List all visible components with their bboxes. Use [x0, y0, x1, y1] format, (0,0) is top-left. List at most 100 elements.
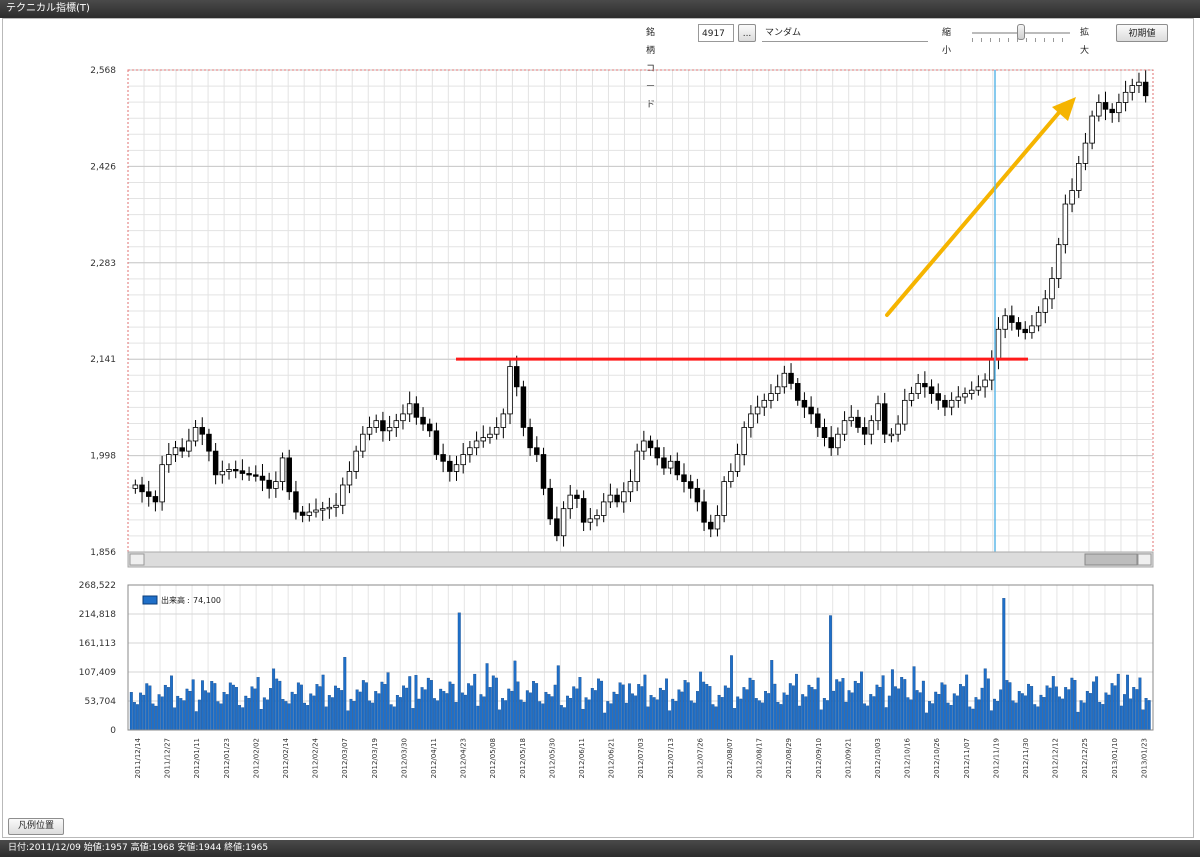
candle-body	[373, 420, 379, 428]
volume-bar	[179, 698, 183, 731]
volume-bar	[482, 696, 486, 731]
candle-body	[1096, 102, 1102, 117]
volume-tick-label: 268,522	[79, 581, 116, 591]
volume-bar	[603, 712, 607, 731]
volume-bar	[999, 689, 1003, 731]
candle-body	[380, 420, 386, 432]
candle-body	[841, 420, 848, 435]
volume-bar	[429, 680, 433, 731]
date-axis: 2011/12/14 2011/12/27 2012/01/11 2012/01/23…	[134, 737, 1148, 778]
date-tick-label: 2011/12/27	[164, 738, 172, 778]
volume-bar	[371, 702, 375, 731]
legend-position-button[interactable]: 凡例位置	[8, 818, 64, 835]
volume-bar	[863, 703, 867, 731]
volume-bar	[408, 676, 412, 731]
volume-bar	[296, 682, 300, 731]
candle-body	[433, 430, 440, 455]
volume-bar	[402, 685, 406, 731]
volume-bar	[210, 681, 214, 731]
candle-body	[995, 328, 1002, 361]
candle-body	[159, 464, 165, 503]
volume-bar	[163, 684, 167, 731]
volume-bar	[1138, 677, 1142, 731]
volume-tick-label: 0	[110, 726, 116, 736]
candle-body	[1109, 108, 1115, 114]
volume-bar	[1079, 700, 1083, 731]
candle-body	[975, 386, 982, 391]
volume-bar	[566, 695, 569, 731]
volume-bar	[959, 684, 962, 731]
reset-button[interactable]: 初期値	[1116, 24, 1168, 42]
scroll-right-button[interactable]	[1137, 553, 1152, 566]
candle-body	[1076, 163, 1082, 191]
candle-body	[232, 469, 239, 472]
candle-body	[139, 484, 145, 493]
candle-body	[1082, 142, 1089, 164]
volume-bar	[1036, 706, 1040, 731]
volume-bar	[996, 701, 1000, 731]
volume-bar	[1039, 694, 1043, 731]
volume-bar	[259, 709, 263, 731]
volume-bar	[791, 685, 795, 731]
candle-body	[962, 393, 968, 398]
volume-bar	[943, 684, 947, 731]
volume-bar	[884, 707, 888, 731]
volume-bar	[993, 698, 996, 731]
code-input[interactable]: 4917	[698, 24, 734, 42]
chart-canvas: 2,568 2,426 2,283 2,141 1,998 1,856 268,522 21…	[79, 66, 1154, 778]
volume-bar	[1070, 677, 1074, 731]
volume-bar	[835, 679, 839, 731]
volume-bar	[825, 700, 829, 731]
trend-arrow	[885, 97, 1076, 317]
scroll-left-button[interactable]	[129, 553, 145, 566]
volume-bar	[182, 700, 186, 731]
volume-bar	[983, 668, 987, 731]
volume-bar	[1020, 693, 1024, 731]
volume-bar	[816, 677, 820, 731]
candle-body	[393, 420, 400, 428]
volume-bar	[665, 678, 668, 731]
candle-body	[754, 406, 761, 415]
volume-bar	[513, 660, 517, 731]
volume-bar	[649, 695, 653, 731]
date-tick-label: 2012/12/12	[1052, 738, 1060, 778]
volume-bar	[640, 686, 644, 731]
lookup-button[interactable]: ...	[738, 24, 756, 42]
volume-bar	[491, 675, 495, 731]
volume-bar	[448, 681, 452, 731]
volume-bar	[129, 692, 133, 731]
volume-bar	[488, 687, 492, 731]
volume-bar	[392, 706, 396, 731]
zoom-slider-thumb[interactable]	[1017, 24, 1025, 40]
volume-bar	[528, 692, 532, 731]
candle-body	[1102, 102, 1109, 110]
volume-bar	[748, 677, 752, 731]
volume-bar	[934, 691, 938, 731]
volume-tick-label: 161,113	[79, 639, 116, 649]
volume-bar	[807, 684, 811, 731]
chart-scrollbar[interactable]	[127, 551, 1154, 568]
volume-bar	[974, 697, 978, 731]
volume-bar	[912, 666, 916, 731]
candle-body	[413, 403, 420, 418]
volume-bar	[389, 704, 393, 731]
volume-bar	[535, 683, 539, 731]
candle-body	[527, 427, 533, 449]
candle-body	[246, 473, 252, 476]
candle-body	[172, 447, 179, 455]
volume-bar	[593, 690, 597, 731]
volume-bar	[532, 680, 535, 731]
candle-body	[661, 457, 667, 469]
candle-body	[607, 494, 614, 503]
candle-body	[647, 440, 654, 449]
volume-bar	[1061, 698, 1065, 731]
candle-body	[366, 427, 373, 435]
volume-bar	[643, 674, 647, 731]
candle-body	[1136, 81, 1142, 86]
volume-bar	[680, 691, 684, 731]
volume-bar	[841, 678, 845, 731]
date-tick-label: 2012/01/11	[193, 738, 201, 778]
candle-body	[239, 470, 246, 474]
date-tick-label: 2012/04/11	[430, 738, 438, 778]
scroll-thumb[interactable]	[1084, 553, 1138, 566]
